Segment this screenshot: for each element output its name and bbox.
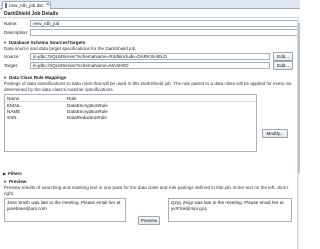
tab-label: new_rdb_job.dsc	[9, 3, 44, 8]
page-title: DarkShield Job Details	[0, 10, 300, 18]
column-header-rule[interactable]: Rule	[67, 96, 256, 101]
preview-section-title: Preview	[8, 179, 27, 184]
expand-icon[interactable]: ▶	[3, 171, 6, 176]
row-class-name: NAME	[7, 108, 21, 114]
preview-input-textarea[interactable]: Jane Smith was late to the meeting. Plea…	[4, 198, 126, 222]
preview-input-text: Jane Smith was late to the meeting. Plea…	[7, 200, 121, 211]
preview-output-textarea[interactable]: Qzyy Zeigr was late to the meeting. Plea…	[168, 198, 292, 222]
sources-description: Data source and data target specificatio…	[4, 46, 137, 51]
target-edit-button[interactable]: Edit...	[273, 61, 293, 70]
modify-button[interactable]: Modify...	[262, 129, 288, 138]
rules-section-header[interactable]: ▼ Data Class Rule Mappings	[3, 75, 66, 80]
row-rule-name: DataEncryptionRule	[67, 108, 108, 114]
table-row[interactable]: SSN DataRedactionRule	[5, 114, 256, 120]
row-rule-name: DataRedactionRule	[67, 114, 107, 120]
row-class-name: SSN	[7, 114, 17, 120]
scrollbar-thumb[interactable]	[298, 23, 300, 173]
file-icon	[5, 3, 7, 8]
source-label: Source:	[4, 54, 20, 59]
description-input[interactable]	[30, 29, 298, 36]
table-row[interactable]: NAME DataEncryptionRule	[5, 108, 256, 114]
source-edit-button[interactable]: Edit...	[273, 52, 293, 61]
preview-button[interactable]: Preview	[138, 216, 160, 225]
description-label: Description:	[4, 30, 29, 35]
source-input[interactable]: iri-jdbc:/SQLMServer?schemaName=RIIdbinc…	[30, 53, 270, 60]
name-input[interactable]: new_rdb_job	[30, 20, 298, 27]
sources-section-title: Database Schema Sources/Targets	[8, 40, 86, 45]
vertical-scrollbar[interactable]	[297, 19, 300, 249]
sources-section-header[interactable]: ▼ Database Schema Sources/Targets	[3, 40, 85, 45]
collapse-icon[interactable]: ▼	[3, 75, 7, 80]
preview-output-text: Qzyy Zeigr was late to the meeting. Plea…	[171, 200, 284, 211]
table-header-row: Name Rule	[5, 95, 256, 102]
preview-description-line2: right.	[4, 191, 15, 196]
filters-section-header[interactable]: ▶ Filters	[3, 171, 22, 176]
column-header-name[interactable]: Name	[5, 96, 67, 101]
collapse-icon[interactable]: ▼	[3, 40, 7, 45]
table-row[interactable]: EMAIL DataEncryptionRule	[5, 102, 256, 108]
rules-description-line2: determined by the data class's matcher s…	[4, 87, 114, 92]
target-label: Target:	[4, 63, 19, 68]
rules-section-title: Data Class Rule Mappings	[8, 75, 67, 80]
preview-description-line1: Preview results of searching and masking…	[4, 185, 289, 190]
row-class-name: EMAIL	[7, 102, 21, 108]
name-label: Name:	[4, 21, 18, 26]
row-rule-name: DataEncryptionRule	[67, 102, 108, 108]
filters-section-title: Filters	[8, 171, 22, 176]
close-icon[interactable]: ✕	[46, 3, 50, 8]
target-input[interactable]: iri-jdbc:/SQLMServer?schemaName=MASKED	[30, 62, 270, 69]
preview-section-header[interactable]: ▼ Preview	[3, 179, 26, 184]
rules-description-line1: Pairings of data classifications to data…	[4, 81, 292, 86]
collapse-icon[interactable]: ▼	[3, 179, 7, 184]
rule-mappings-table[interactable]: Name Rule EMAIL DataEncryptionRule NAME …	[4, 94, 257, 152]
editor-tab[interactable]: new_rdb_job.dsc ✕	[2, 1, 51, 9]
